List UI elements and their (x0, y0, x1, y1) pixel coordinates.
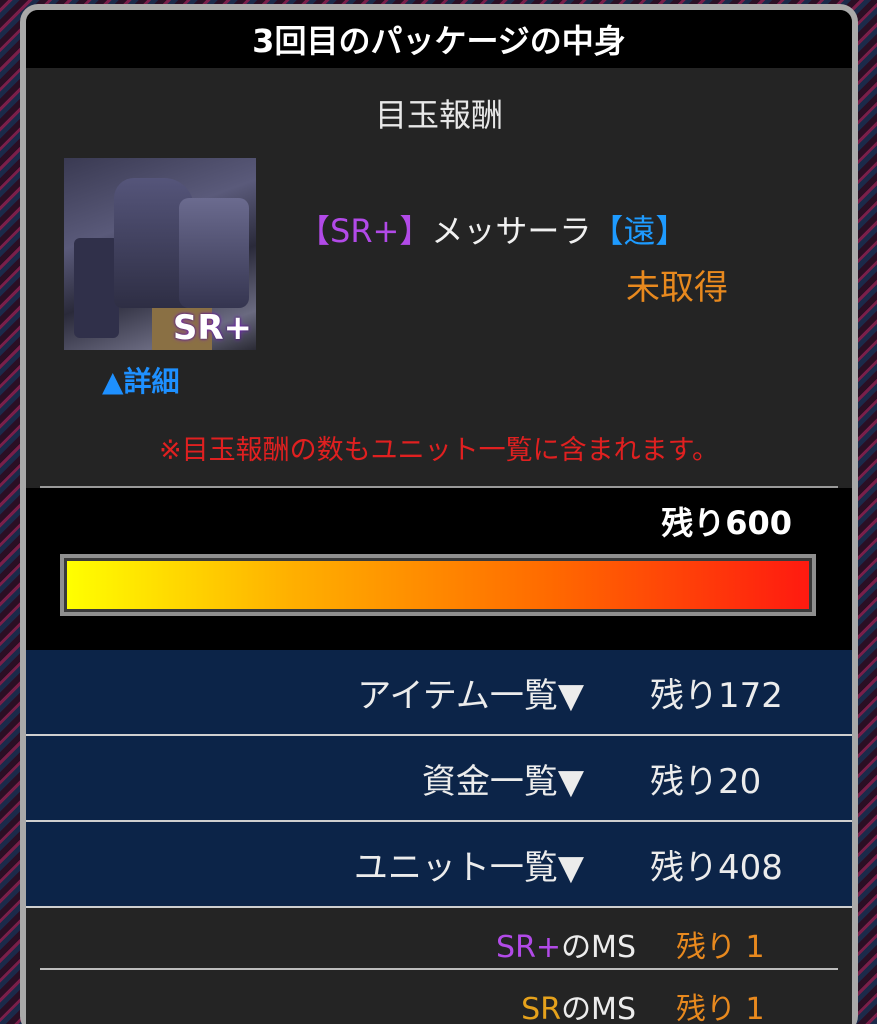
range-tag: 【遠】 (591, 212, 688, 250)
page-title: 3回目のパッケージの中身 (26, 10, 852, 68)
unit-list-remaining: 残り408 (650, 847, 783, 888)
mech-arm-shape (74, 238, 119, 338)
gauge-frame (60, 554, 816, 616)
unit-list-toggle[interactable]: ユニット一覧▼ 残り408 (26, 822, 852, 908)
funds-list-remaining: 残り20 (650, 761, 762, 802)
reward-name: 【SR+】メッサーラ【遠】 (298, 206, 687, 252)
item-list-toggle[interactable]: アイテム一覧▼ 残り172 (26, 650, 852, 736)
gauge-track (64, 558, 812, 612)
item-list-label: アイテム一覧▼ (357, 675, 584, 716)
ms-row-label: SRのMS (521, 984, 636, 1024)
gauge-remaining-label: 残り600 (661, 504, 792, 542)
ms-rarity: SR+ (496, 930, 562, 965)
ms-row-remaining: 残り 1 (676, 930, 765, 965)
ms-row-remaining: 残り 1 (676, 992, 765, 1024)
item-list-remaining: 残り172 (650, 675, 783, 716)
package-frame: 3回目のパッケージの中身 目玉報酬 SR+ 【SR+】メッサーラ【遠】 未取得 … (20, 4, 858, 1024)
featured-reward: SR+ 【SR+】メッサーラ【遠】 未取得 ▲詳細 (26, 158, 852, 408)
mech-shoulder-shape (179, 198, 249, 308)
remaining-gauge: 残り600 (26, 488, 852, 650)
gauge-fill (67, 561, 809, 609)
ms-rarity: SR (521, 992, 562, 1024)
reward-status: 未取得 (626, 268, 728, 308)
unit-list-label: ユニット一覧▼ (353, 847, 584, 888)
detail-link[interactable]: ▲詳細 (102, 360, 180, 400)
funds-list-label: 資金一覧▼ (421, 761, 584, 802)
ms-suffix: のMS (561, 992, 636, 1024)
unit-thumbnail[interactable]: SR+ (64, 158, 256, 350)
package-panel: 3回目のパッケージの中身 目玉報酬 SR+ 【SR+】メッサーラ【遠】 未取得 … (26, 10, 852, 1024)
rarity-tag: 【SR+】 (298, 212, 432, 250)
funds-list-toggle[interactable]: 資金一覧▼ 残り20 (26, 736, 852, 822)
ms-row-sr: SRのMS 残り 1 (40, 970, 838, 1024)
featured-section-title: 目玉報酬 (374, 96, 503, 134)
notice-text: ※目玉報酬の数もユニット一覧に含まれます。 (159, 434, 719, 466)
ms-row-srplus: SR+のMS 残り 1 (40, 908, 838, 970)
ms-row-label: SR+のMS (496, 922, 636, 966)
unit-name: メッサーラ (431, 212, 592, 250)
ms-suffix: のMS (561, 930, 636, 965)
rarity-badge: SR+ (172, 308, 252, 348)
